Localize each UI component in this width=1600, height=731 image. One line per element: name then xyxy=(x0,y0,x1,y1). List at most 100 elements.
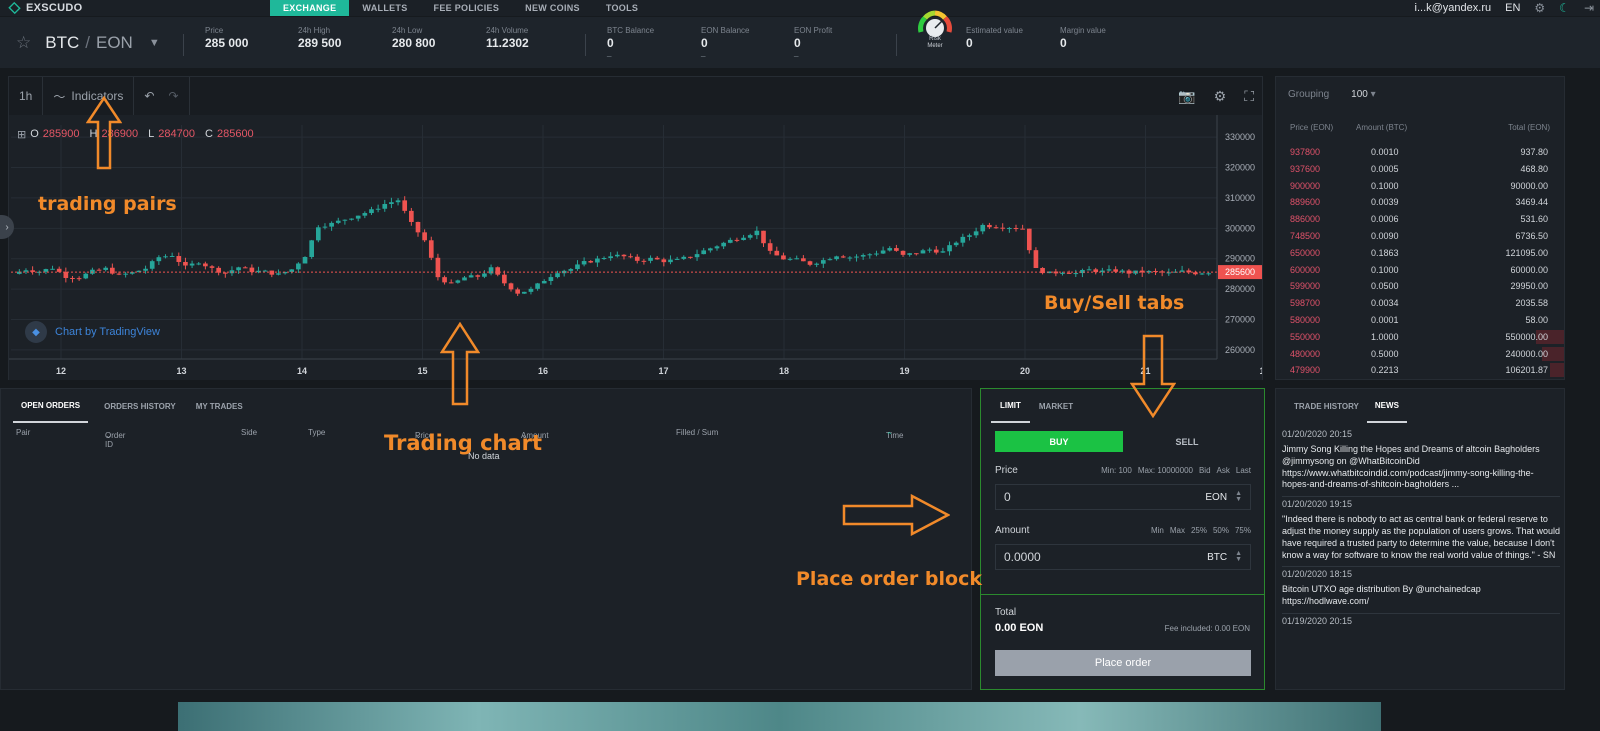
candle-body xyxy=(940,251,946,253)
candle-body xyxy=(1206,273,1212,275)
news-item[interactable]: 01/20/2020 18:15 Bitcoin UTXO age distri… xyxy=(1282,567,1560,614)
tab-trade-history[interactable]: TRADE HISTORY xyxy=(1286,389,1367,423)
tab-open-orders[interactable]: OPEN ORDERS xyxy=(13,389,89,423)
buy-sell-tabs: BUY SELL xyxy=(995,431,1251,452)
tab-market[interactable]: MARKET xyxy=(1030,389,1082,423)
fullscreen-icon[interactable]: ⛶ xyxy=(1244,88,1254,105)
candle-body xyxy=(442,277,447,283)
top-nav: EXSCUDO EXCHANGE WALLETS FEE POLICIES NE… xyxy=(0,0,1600,16)
price-value: 0 xyxy=(1004,490,1011,504)
amount-input[interactable]: 0.0000 BTC ▲ ▼ xyxy=(995,544,1251,570)
amount-max-link[interactable]: Max xyxy=(1170,526,1185,535)
total-value: 0.00 EON xyxy=(995,622,1044,634)
bid-link[interactable]: Bid xyxy=(1199,466,1211,475)
order-book-row[interactable]: 479900 0.2213 106201.87 xyxy=(1276,362,1566,379)
grouping-control: Grouping 100 ▾ xyxy=(1288,89,1376,100)
nav-tab-fee-policies[interactable]: FEE POLICIES xyxy=(421,0,513,16)
order-book-row[interactable]: 937600 0.0005 468.80 xyxy=(1276,161,1566,178)
buy-tab[interactable]: BUY xyxy=(995,431,1123,452)
nav-tab-tools[interactable]: TOOLS xyxy=(593,0,651,16)
stepper-icon[interactable]: ▲ ▼ xyxy=(1235,550,1242,563)
interval-selector[interactable]: 1h xyxy=(9,77,44,115)
amount-75-link[interactable]: 75% xyxy=(1235,526,1251,535)
order-book-row[interactable]: 889600 0.0039 3469.44 xyxy=(1276,194,1566,211)
redo-icon[interactable]: ↷ xyxy=(168,89,178,103)
candle-body xyxy=(349,218,354,220)
row-total: 90000.00 xyxy=(1510,180,1548,191)
candle-body xyxy=(375,208,381,210)
candle-body xyxy=(608,256,614,259)
nav-tab-exchange[interactable]: EXCHANGE xyxy=(270,0,350,16)
amount-25-link[interactable]: 25% xyxy=(1191,526,1207,535)
order-book-row[interactable]: 600000 0.1000 60000.00 xyxy=(1276,262,1566,279)
legend-toggle-icon[interactable]: ⊞ xyxy=(17,128,26,141)
last-link[interactable]: Last xyxy=(1236,466,1251,475)
logout-icon[interactable]: ⇥ xyxy=(1584,1,1594,15)
candle-body xyxy=(555,273,560,278)
camera-icon[interactable]: 📷 xyxy=(1178,88,1195,105)
chevron-down-icon[interactable]: ▼ xyxy=(149,37,160,49)
tradingview-badge[interactable]: ◆ Chart by TradingView xyxy=(25,321,160,343)
nav-tab-new-coins[interactable]: NEW COINS xyxy=(512,0,593,16)
candle-body xyxy=(807,261,813,265)
nav-right: i...k@yandex.ru EN ⚙ ☾ ⇥ xyxy=(1415,0,1594,16)
nav-tab-wallets[interactable]: WALLETS xyxy=(349,0,420,16)
stat-value: 285 000 xyxy=(205,36,249,50)
order-book-row[interactable]: 550000 1.0000 550000.00 xyxy=(1276,329,1566,346)
place-order-button[interactable]: Place order xyxy=(995,650,1251,676)
risk-meter-label: Risk Meter xyxy=(916,36,954,50)
candlestick-chart[interactable]: 330000 320000 310000 300000 290000 280000 2700… xyxy=(9,115,1262,380)
user-email[interactable]: i...k@yandex.ru xyxy=(1415,2,1492,14)
candle-body xyxy=(176,256,182,262)
order-book-row[interactable]: 886000 0.0006 531.60 xyxy=(1276,211,1566,228)
amount-50-link[interactable]: 50% xyxy=(1213,526,1229,535)
chart-toolbar: 1h 〜 Indicators ↶ ↷ 📷 ⚙ ⛶ xyxy=(9,77,1262,115)
tab-limit[interactable]: LIMIT xyxy=(991,389,1030,423)
sell-tab[interactable]: SELL xyxy=(1123,431,1251,452)
order-book-row[interactable]: 598700 0.0034 2035.58 xyxy=(1276,295,1566,312)
order-book-row[interactable]: 580000 0.0001 58.00 xyxy=(1276,312,1566,329)
language-selector[interactable]: EN xyxy=(1505,2,1520,14)
candle-body xyxy=(1073,273,1079,275)
candle-body xyxy=(568,269,574,271)
chevron-down-icon: ▾ xyxy=(1370,89,1376,100)
order-book-row[interactable]: 599000 0.0500 29950.00 xyxy=(1276,278,1566,295)
exscudo-logo[interactable]: EXSCUDO xyxy=(0,1,270,15)
star-icon[interactable]: ☆ xyxy=(16,33,31,53)
price-input[interactable]: 0 EON ▲ ▼ xyxy=(995,484,1251,510)
order-book-row[interactable]: 937800 0.0010 937.80 xyxy=(1276,144,1566,161)
news-item[interactable]: 01/20/2020 19:15 "Indeed there is nobody… xyxy=(1282,497,1560,568)
amount-min-link[interactable]: Min xyxy=(1151,526,1164,535)
y-tick-label: 260000 xyxy=(1225,345,1255,355)
order-book-row[interactable]: 650000 0.1863 121095.00 xyxy=(1276,245,1566,262)
order-book-row[interactable]: 748500 0.0090 6736.50 xyxy=(1276,228,1566,245)
candle-body xyxy=(900,250,906,255)
news-tabs: TRADE HISTORY NEWS xyxy=(1286,389,1407,423)
row-total: 937.80 xyxy=(1520,147,1548,157)
x-tick-label: 17 xyxy=(658,366,668,376)
grouping-select[interactable]: 100 ▾ xyxy=(1351,89,1376,100)
annotation-arrow-down-icon xyxy=(1130,334,1176,418)
news-item[interactable]: 01/19/2020 20:15 xyxy=(1282,614,1560,636)
pair-selector[interactable]: BTC / EON ▼ xyxy=(45,33,159,53)
annotation-arrow-up-icon xyxy=(86,96,122,170)
tab-news[interactable]: NEWS xyxy=(1366,389,1407,423)
gear-icon[interactable]: ⚙ xyxy=(1534,1,1545,15)
news-item[interactable]: 01/20/2020 20:15 Jimmy Song Killing the … xyxy=(1282,427,1560,498)
price-max-hint[interactable]: Max: 10000000 xyxy=(1138,466,1193,475)
order-book-row[interactable]: 900000 0.1000 90000.00 xyxy=(1276,178,1566,195)
news-date: 01/20/2020 20:15 xyxy=(1282,429,1353,439)
undo-icon[interactable]: ↶ xyxy=(144,89,154,103)
tab-my-trades[interactable]: MY TRADES xyxy=(188,389,251,423)
order-book-row[interactable]: 480000 0.5000 240000.00 xyxy=(1276,346,1566,363)
price-min-hint[interactable]: Min: 100 xyxy=(1101,466,1132,475)
moon-icon[interactable]: ☾ xyxy=(1559,1,1570,15)
ask-link[interactable]: Ask xyxy=(1217,466,1230,475)
candle-body xyxy=(468,275,474,278)
gear-icon[interactable]: ⚙ xyxy=(1214,88,1227,105)
x-tick-label: 15: xyxy=(1259,366,1262,376)
candle-body xyxy=(641,260,647,262)
tab-orders-history[interactable]: ORDERS HISTORY xyxy=(96,389,184,423)
stepper-icon[interactable]: ▲ ▼ xyxy=(1235,490,1242,503)
candle-body xyxy=(787,258,793,260)
